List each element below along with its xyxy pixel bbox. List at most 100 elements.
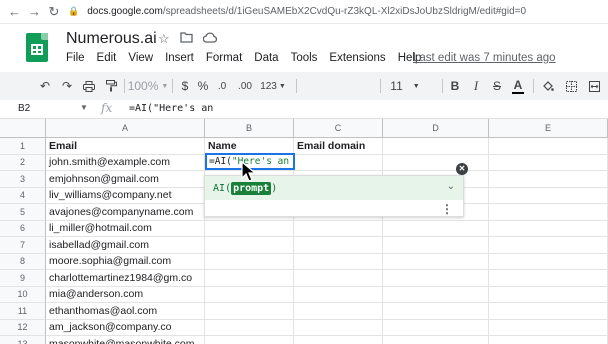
last-edit-link[interactable]: Last edit was 7 minutes ago <box>413 52 556 64</box>
row-header[interactable]: 12 <box>0 319 46 336</box>
undo-icon[interactable]: ↶ <box>36 72 54 100</box>
row-header[interactable]: 2 <box>0 154 46 171</box>
sheets-logo-icon[interactable] <box>26 33 48 62</box>
reload-icon[interactable]: ↻ <box>48 4 60 20</box>
menu-data[interactable]: Data <box>254 52 278 64</box>
grid-cell[interactable]: moore.sophia@gmail.com <box>46 253 205 270</box>
cloud-saved-icon[interactable] <box>202 31 218 46</box>
grid-cell[interactable] <box>205 253 294 270</box>
grid-cell[interactable]: am_jackson@company.co <box>46 319 205 336</box>
grid-cell[interactable]: charlottemartinez1984@gm.co <box>46 270 205 287</box>
grid-cell[interactable] <box>383 286 489 303</box>
grid-cell[interactable] <box>294 319 383 336</box>
grid-cell[interactable]: masonwhite@masonwhite.com <box>46 336 205 344</box>
menu-file[interactable]: File <box>66 52 85 64</box>
row-header[interactable]: 7 <box>0 237 46 254</box>
grid-cell[interactable] <box>205 303 294 320</box>
grid-cell[interactable] <box>489 286 608 303</box>
column-header-d[interactable]: D <box>383 119 489 138</box>
strikethrough-button[interactable]: S <box>490 72 504 100</box>
row-header[interactable]: 1 <box>0 138 46 155</box>
grid-cell[interactable] <box>294 336 383 344</box>
close-icon[interactable]: ✕ <box>456 163 468 175</box>
grid-cell[interactable] <box>294 286 383 303</box>
column-header-c[interactable]: C <box>294 119 383 138</box>
grid-cell[interactable] <box>205 220 294 237</box>
grid-cell[interactable]: liv_williams@company.net <box>46 187 205 204</box>
menu-edit[interactable]: Edit <box>97 52 117 64</box>
name-box[interactable]: B2 <box>18 103 30 114</box>
star-icon[interactable]: ☆ <box>158 31 170 47</box>
grid-cell[interactable] <box>489 253 608 270</box>
name-box-dropdown-icon[interactable]: ▼ <box>80 103 88 112</box>
grid-cell[interactable] <box>489 303 608 320</box>
forward-arrow-icon[interactable]: → <box>28 4 41 19</box>
grid-cell[interactable] <box>489 319 608 336</box>
column-header-a[interactable]: A <box>46 119 205 138</box>
grid-cell[interactable] <box>489 270 608 287</box>
grid-cell[interactable]: Email domain <box>294 138 383 155</box>
print-icon[interactable] <box>80 72 98 100</box>
row-header[interactable]: 11 <box>0 303 46 320</box>
bold-button[interactable]: B <box>448 72 462 100</box>
grid-cell[interactable] <box>383 220 489 237</box>
decrease-decimal-button[interactable]: .0 <box>213 72 231 100</box>
grid-cell[interactable] <box>294 303 383 320</box>
currency-format-button[interactable]: $ <box>178 72 192 100</box>
increase-decimal-button[interactable]: .00 <box>234 72 256 100</box>
grid-cell[interactable] <box>489 187 608 204</box>
back-arrow-icon[interactable]: ← <box>8 4 21 19</box>
grid-cell[interactable] <box>383 303 489 320</box>
grid-cell[interactable] <box>489 154 608 171</box>
grid-cell[interactable] <box>489 138 608 155</box>
grid-cell[interactable] <box>489 336 608 344</box>
fill-color-icon[interactable] <box>540 72 556 100</box>
menu-extensions[interactable]: Extensions <box>329 52 385 64</box>
menu-insert[interactable]: Insert <box>165 52 194 64</box>
grid-cell[interactable] <box>294 253 383 270</box>
grid-cell[interactable] <box>205 286 294 303</box>
grid-cell[interactable] <box>205 237 294 254</box>
chevron-down-icon[interactable]: ⌄ <box>447 181 455 192</box>
grid-cell[interactable] <box>383 253 489 270</box>
grid-cell[interactable] <box>383 336 489 344</box>
row-header[interactable]: 4 <box>0 187 46 204</box>
grid-cell[interactable]: john.smith@example.com <box>46 154 205 171</box>
text-color-button[interactable]: A <box>511 72 525 100</box>
grid-cell[interactable] <box>205 336 294 344</box>
grid-cell[interactable] <box>383 237 489 254</box>
row-header[interactable]: 9 <box>0 270 46 287</box>
document-title[interactable]: Numerous.ai <box>66 30 157 48</box>
font-size-select[interactable]: 11 ▼ <box>388 72 422 100</box>
row-header[interactable]: 5 <box>0 204 46 221</box>
grid-cell[interactable] <box>383 319 489 336</box>
grid-cell[interactable] <box>383 154 489 171</box>
grid-cell[interactable] <box>489 204 608 221</box>
menu-view[interactable]: View <box>128 52 153 64</box>
grid-cell[interactable]: li_miller@hotmail.com <box>46 220 205 237</box>
lock-icon[interactable]: 🔒 <box>68 6 79 17</box>
grid-cell[interactable]: ethanthomas@aol.com <box>46 303 205 320</box>
grid-cell[interactable] <box>383 270 489 287</box>
grid-cell[interactable]: Email <box>46 138 205 155</box>
menu-tools[interactable]: Tools <box>291 52 318 64</box>
merge-cells-icon[interactable] <box>586 72 602 100</box>
grid-cell[interactable] <box>489 237 608 254</box>
percent-format-button[interactable]: % <box>196 72 210 100</box>
row-header[interactable]: 6 <box>0 220 46 237</box>
menu-format[interactable]: Format <box>206 52 242 64</box>
grid-cell[interactable]: isabellad@gmail.com <box>46 237 205 254</box>
grid-cell[interactable] <box>383 138 489 155</box>
grid-cell[interactable]: avajones@companyname.com <box>46 204 205 221</box>
paint-format-icon[interactable] <box>102 72 120 100</box>
borders-icon[interactable] <box>563 72 579 100</box>
grid-cell[interactable] <box>294 220 383 237</box>
more-formats-select[interactable]: 123 ▼ <box>258 72 288 100</box>
grid-cell[interactable] <box>294 270 383 287</box>
grid-cell[interactable] <box>294 154 383 171</box>
column-header-b[interactable]: B <box>205 119 294 138</box>
grid-cell[interactable]: emjohnson@gmail.com <box>46 171 205 188</box>
row-header[interactable]: 13 <box>0 336 46 344</box>
grid-cell[interactable]: mia@anderson.com <box>46 286 205 303</box>
grid-cell[interactable] <box>205 270 294 287</box>
